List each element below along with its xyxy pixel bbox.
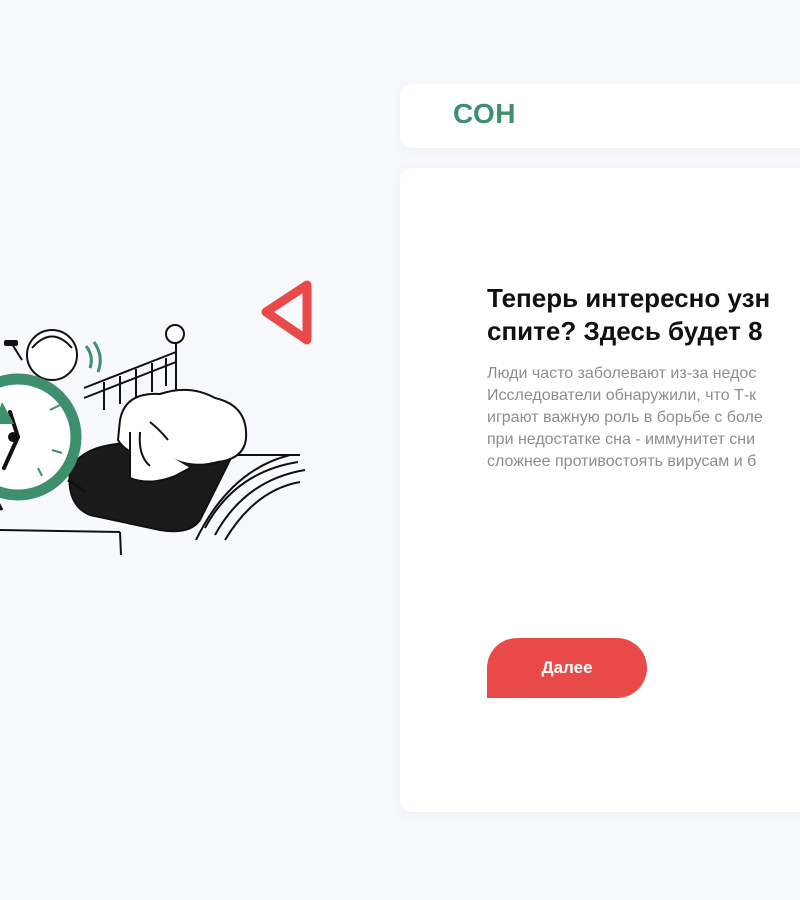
- sleep-illustration: [0, 280, 312, 556]
- question-description: Люди часто заболевают из-за недос Исслед…: [487, 365, 763, 470]
- header-bar: СОН: [400, 84, 800, 148]
- question-card: Теперь интересно узн спите? Здесь будет …: [400, 168, 800, 812]
- triangle-icon: [261, 280, 312, 345]
- section-title: СОН: [453, 98, 517, 129]
- question-title: Теперь интересно узн спите? Здесь будет …: [487, 283, 771, 346]
- next-button[interactable]: Далее: [487, 638, 647, 698]
- page: СОН Теперь интересно узн спите? Здесь бу…: [0, 0, 800, 900]
